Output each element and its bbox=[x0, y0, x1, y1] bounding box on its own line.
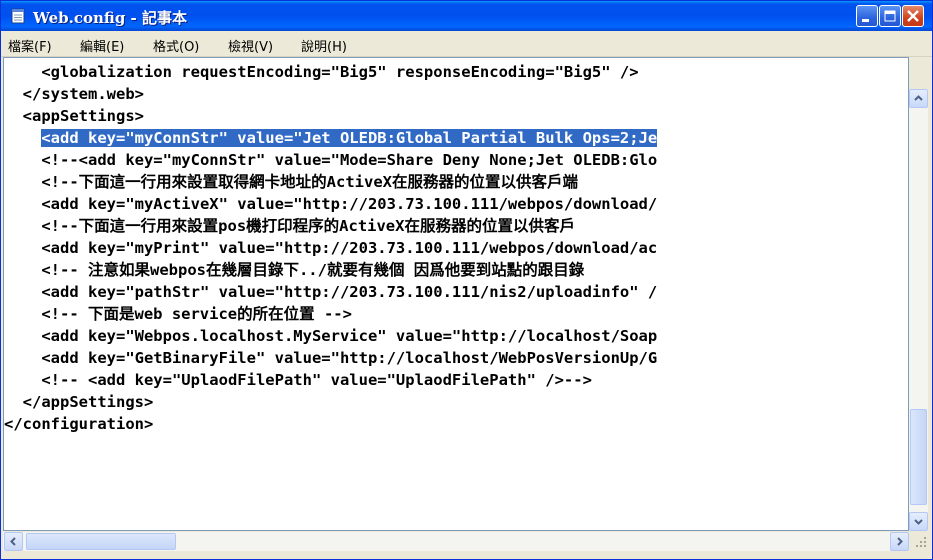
minimize-icon bbox=[862, 19, 869, 22]
chevron-up-icon bbox=[914, 95, 923, 101]
text-line: <add key="GetBinaryFile" value="http://l… bbox=[4, 349, 658, 367]
menu-view[interactable]: 檢視(V) bbox=[228, 36, 273, 55]
text-line: </appSettings> bbox=[4, 393, 154, 411]
text-line: <add key="pathStr" value="http://203.73.… bbox=[4, 283, 658, 301]
menu-help[interactable]: 說明(H) bbox=[301, 36, 347, 55]
notepad-icon bbox=[11, 8, 25, 24]
text-line: <add key="myActiveX" value="http://203.7… bbox=[4, 195, 658, 213]
menu-edit[interactable]: 編輯(E) bbox=[80, 36, 124, 55]
text-line: <appSettings> bbox=[4, 107, 144, 125]
scroll-down-button[interactable] bbox=[909, 512, 928, 531]
text-line: <!-- <add key="UplaodFilePath" value="Up… bbox=[4, 371, 592, 389]
scroll-up-button[interactable] bbox=[909, 89, 928, 108]
menu-bar: 檔案(F) 編輯(E) 格式(O) 檢視(V) 說明(H) bbox=[1, 31, 932, 57]
title-bar[interactable]: Web.config - 記事本 bbox=[1, 1, 932, 31]
text-line: </configuration> bbox=[4, 415, 154, 433]
minimize-button[interactable] bbox=[856, 5, 878, 27]
text-line: <!--下面這一行用來設置取得網卡地址的ActiveX在服務器的位置以供客戶端 bbox=[4, 173, 578, 191]
text-line: </system.web> bbox=[4, 85, 144, 103]
menu-file[interactable]: 檔案(F) bbox=[8, 36, 52, 55]
text-line: <globalization requestEncoding="Big5" re… bbox=[4, 63, 639, 81]
text-line: <!-- 注意如果webpos在幾層目錄下../就要有幾個 因爲他要到站點的跟目… bbox=[4, 261, 585, 279]
text-line: <!--<add key="myConnStr" value="Mode=Sha… bbox=[4, 151, 658, 169]
scroll-left-button[interactable] bbox=[4, 532, 23, 551]
text-line: <add key="Webpos.localhost.MyService" va… bbox=[4, 327, 658, 345]
text-editor[interactable]: <globalization requestEncoding="Big5" re… bbox=[3, 57, 909, 531]
text-line: <add key="myPrint" value="http://203.73.… bbox=[4, 239, 658, 257]
text-line: <!--下面這一行用來設置pos機打印程序的ActiveX在服務器的位置以供客戶 bbox=[4, 217, 575, 235]
horizontal-scroll-thumb[interactable] bbox=[26, 533, 176, 550]
selection-highlight: <add key="myConnStr" value="Jet OLEDB:Gl… bbox=[41, 129, 658, 147]
maximize-button[interactable] bbox=[879, 5, 901, 27]
resize-grip-icon[interactable] bbox=[913, 534, 928, 549]
menu-format[interactable]: 格式(O) bbox=[153, 36, 199, 55]
notepad-window: Web.config - 記事本 檔案(F) 編輯(E) 格式(O) 檢視(V)… bbox=[0, 0, 933, 560]
vertical-scroll-thumb[interactable] bbox=[910, 409, 927, 505]
close-icon bbox=[907, 10, 919, 22]
selected-text-line: <add key="myConnStr" value="Jet OLEDB:Gl… bbox=[4, 127, 658, 149]
chevron-down-icon bbox=[914, 519, 923, 525]
window-title: Web.config - 記事本 bbox=[33, 9, 187, 27]
chevron-right-icon bbox=[897, 537, 903, 546]
close-button[interactable] bbox=[902, 5, 924, 27]
chevron-left-icon bbox=[10, 537, 16, 546]
maximize-icon bbox=[884, 10, 896, 22]
text-line: <!-- 下面是web service的所在位置 --> bbox=[4, 305, 352, 323]
scroll-right-button[interactable] bbox=[890, 532, 909, 551]
